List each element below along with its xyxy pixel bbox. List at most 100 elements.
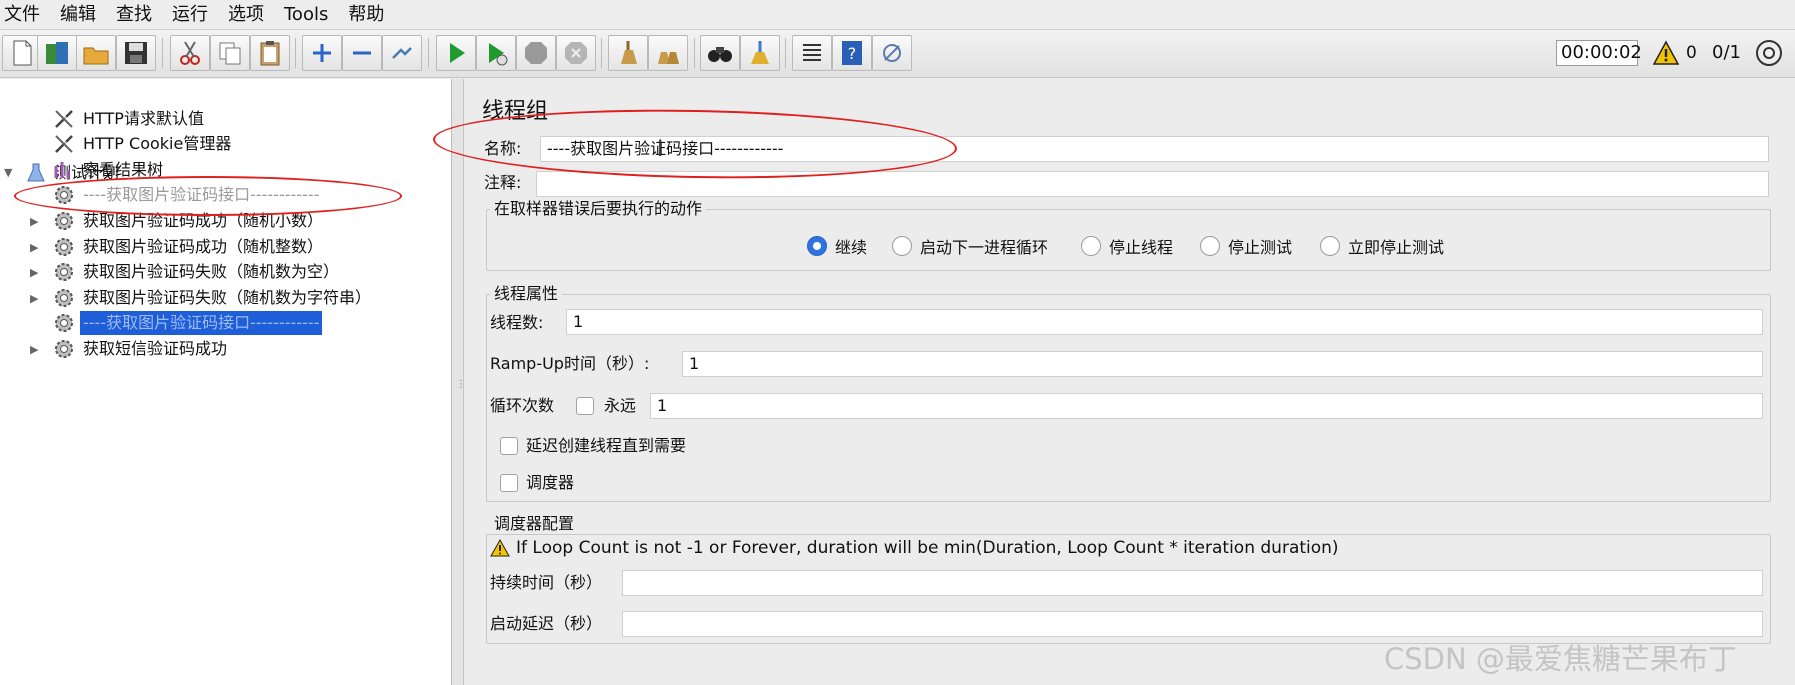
tree-item-label: 获取图片验证码成功（随机小数） bbox=[83, 211, 324, 230]
copy-button[interactable] bbox=[210, 35, 250, 71]
save-button[interactable] bbox=[116, 35, 156, 71]
scheduler-checkbox[interactable] bbox=[500, 474, 518, 492]
delay-thread-checkbox[interactable] bbox=[500, 437, 518, 455]
forever-label: 永远 bbox=[604, 396, 637, 415]
cut-button[interactable] bbox=[170, 35, 210, 71]
tree-item-label: HTTP Cookie管理器 bbox=[83, 134, 232, 153]
rampup-field[interactable]: 1 bbox=[682, 351, 1763, 377]
expand-arrow-icon[interactable]: ▶ bbox=[30, 292, 38, 305]
radio-stop-thread[interactable]: 停止线程 bbox=[1081, 234, 1173, 258]
scheduler-note: If Loop Count is not -1 or Forever, dura… bbox=[490, 538, 1339, 558]
menu-search[interactable]: 查找 bbox=[108, 0, 164, 30]
warning-small-icon bbox=[490, 539, 510, 557]
threads-field[interactable]: 1 bbox=[566, 309, 1763, 335]
menu-tools[interactable]: Tools bbox=[276, 0, 340, 30]
refresh-icon[interactable] bbox=[1754, 38, 1784, 68]
radio-stop-test-now[interactable]: 立即停止测试 bbox=[1320, 234, 1444, 258]
startup-delay-field[interactable] bbox=[622, 611, 1763, 637]
expand-arrow-icon[interactable]: ▶ bbox=[30, 266, 38, 279]
clear-button[interactable] bbox=[608, 35, 648, 71]
text-cursor-icon: I bbox=[657, 137, 664, 162]
remote-button[interactable] bbox=[872, 35, 912, 71]
minus-icon bbox=[353, 51, 371, 55]
tree-item-group-selected[interactable]: ----获取图片验证码接口------------ bbox=[30, 311, 323, 335]
tree-item-cookie-manager[interactable]: HTTP Cookie管理器 bbox=[30, 132, 234, 156]
sampler-error-title: 在取样器错误后要执行的动作 bbox=[490, 199, 707, 219]
play-no-timers-icon bbox=[489, 43, 508, 66]
expand-arrow-icon[interactable]: ▶ bbox=[30, 215, 38, 228]
tree-item-label: ----获取图片验证码接口------------ bbox=[80, 311, 323, 335]
menu-bar: 文件 编辑 查找 运行 选项 Tools 帮助 bbox=[0, 0, 1795, 30]
page-title: 线程组 bbox=[482, 99, 549, 124]
gear-icon bbox=[55, 314, 73, 332]
active-threads: 0/1 bbox=[1712, 42, 1741, 63]
duration-field[interactable] bbox=[622, 570, 1763, 596]
tree-item-label: ----获取图片验证码接口------------ bbox=[83, 185, 320, 204]
gear-icon bbox=[55, 289, 73, 307]
menu-run[interactable]: 运行 bbox=[164, 0, 220, 30]
threads-label: 线程数: bbox=[490, 313, 544, 332]
loop-count-field[interactable]: 1 bbox=[650, 393, 1763, 419]
paste-button[interactable] bbox=[250, 35, 290, 71]
start-button[interactable] bbox=[436, 35, 476, 71]
function-helper-button[interactable] bbox=[792, 35, 832, 71]
radio-start-next-loop[interactable]: 启动下一进程循环 bbox=[892, 234, 1048, 258]
tree-item-http-defaults[interactable]: HTTP请求默认值 bbox=[30, 107, 207, 131]
delay-thread-label: 延迟创建线程直到需要 bbox=[526, 436, 687, 455]
collapse-all-button[interactable] bbox=[342, 35, 382, 71]
wrench-icon bbox=[55, 135, 73, 153]
gear-icon bbox=[55, 186, 73, 204]
radio-continue[interactable]: 继续 bbox=[807, 234, 867, 258]
tree-item-fail-empty[interactable]: ▶ 获取图片验证码失败（随机数为空） bbox=[30, 260, 342, 284]
tree-item-success-decimal[interactable]: ▶ 获取图片验证码成功（随机小数） bbox=[30, 209, 326, 233]
comment-field[interactable] bbox=[536, 171, 1769, 197]
tree-item-group-disabled[interactable]: ----获取图片验证码接口------------ bbox=[30, 183, 322, 207]
elapsed-timer: 00:00:02 bbox=[1556, 40, 1642, 66]
menu-file[interactable]: 文件 bbox=[0, 0, 52, 30]
name-field[interactable]: ----获取图片验证码接口------------ bbox=[540, 136, 1769, 162]
loop-count-label: 循环次数 bbox=[490, 396, 555, 415]
wrench-icon bbox=[55, 110, 73, 128]
gear-icon bbox=[55, 212, 73, 230]
expand-all-button[interactable] bbox=[302, 35, 342, 71]
startup-delay-label: 启动延迟（秒） bbox=[490, 614, 603, 633]
thread-properties-title: 线程属性 bbox=[490, 284, 563, 304]
clear-all-button[interactable] bbox=[648, 35, 688, 71]
warning-indicator[interactable]: 0 bbox=[1652, 38, 1697, 68]
templates-button[interactable] bbox=[37, 35, 77, 71]
new-button[interactable] bbox=[2, 35, 42, 71]
menu-options[interactable]: 选项 bbox=[220, 0, 276, 30]
help-button[interactable]: ? bbox=[832, 35, 872, 71]
search-button[interactable] bbox=[700, 35, 740, 71]
forever-checkbox[interactable] bbox=[576, 397, 594, 415]
stop-icon bbox=[525, 42, 547, 64]
tree-item-success-integer[interactable]: ▶ 获取图片验证码成功（随机整数） bbox=[30, 235, 326, 259]
toolbar: ? 00:00:02 0 0/1 bbox=[0, 30, 1795, 78]
reset-search-button[interactable] bbox=[740, 35, 780, 71]
rampup-label: Ramp-Up时间（秒）: bbox=[490, 354, 650, 373]
stop-button[interactable] bbox=[516, 35, 556, 71]
expand-arrow-icon[interactable]: ▶ bbox=[30, 343, 38, 356]
panel-splitter[interactable]: ⋮ bbox=[452, 79, 466, 685]
expand-arrow-icon[interactable]: ▶ bbox=[30, 241, 38, 254]
tree-item-result-tree[interactable]: 察看结果树 bbox=[30, 158, 166, 182]
scheduler-label: 调度器 bbox=[526, 473, 575, 492]
broom-icon bbox=[621, 41, 637, 64]
toggle-button[interactable] bbox=[382, 35, 422, 71]
shutdown-button[interactable] bbox=[556, 35, 596, 71]
toggle-icon bbox=[392, 47, 412, 59]
tree-item-sms-success[interactable]: ▶ 获取短信验证码成功 bbox=[30, 337, 230, 361]
expand-arrow-icon[interactable]: ▼ bbox=[4, 166, 12, 179]
templates-icon bbox=[46, 42, 68, 64]
radio-stop-test[interactable]: 停止测试 bbox=[1200, 234, 1292, 258]
broom-yellow-icon bbox=[751, 41, 769, 64]
tree-item-fail-string[interactable]: ▶ 获取图片验证码失败（随机数为字符串） bbox=[30, 286, 374, 310]
menu-edit[interactable]: 编辑 bbox=[52, 0, 108, 30]
open-button[interactable] bbox=[76, 35, 116, 71]
tree-item-label: HTTP请求默认值 bbox=[83, 109, 204, 128]
menu-help[interactable]: 帮助 bbox=[340, 0, 396, 30]
warning-count: 0 bbox=[1686, 43, 1697, 63]
list-icon bbox=[803, 44, 821, 61]
start-no-pause-button[interactable] bbox=[476, 35, 516, 71]
gear-icon bbox=[55, 238, 73, 256]
